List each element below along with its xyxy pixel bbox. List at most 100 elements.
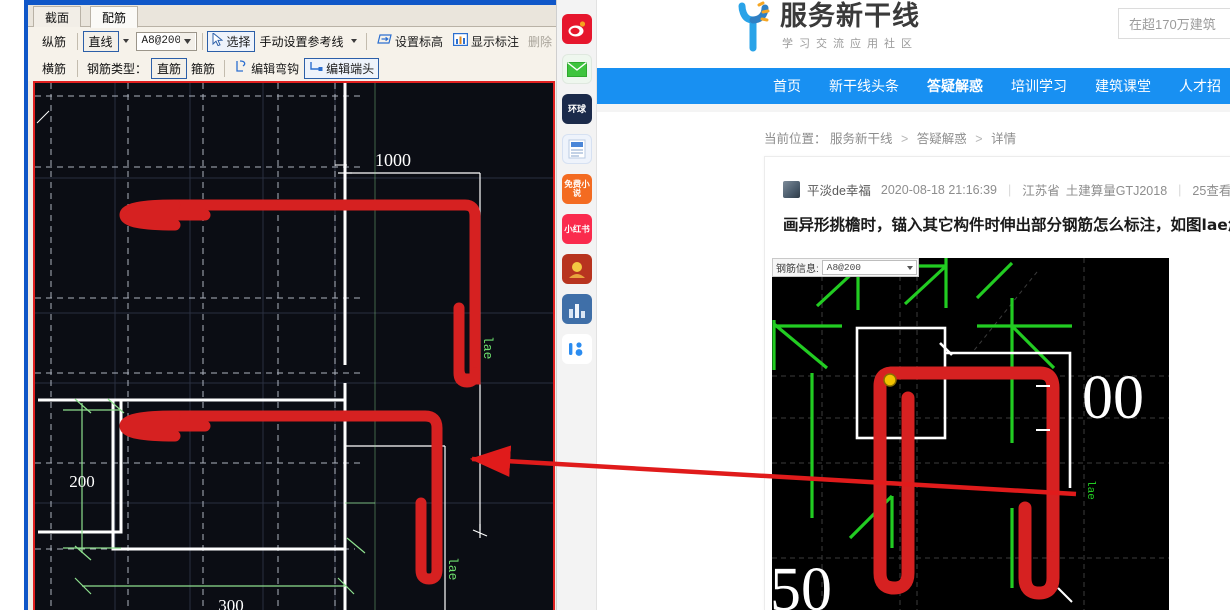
longitudinal-group-label: 纵筋 [42,34,67,49]
xiaohongshu-icon[interactable]: 小红书 [562,214,592,244]
embedded-screenshot-image[interactable]: 钢筋信息: A8@200 00 50 lae [772,258,1169,610]
rebar-spec-chevron-down-icon[interactable] [179,32,195,50]
end-head-icon [309,60,323,76]
annotation-chart-icon [452,33,468,49]
dim-1000-leader [338,172,488,538]
embedded-dim-bottom: 50 [772,556,832,610]
embedded-cad-svg: 00 50 lae [772,258,1169,610]
post-timestamp: 2020-08-18 21:16:39 [880,182,997,197]
nav-item-headline[interactable]: 新干线头条 [815,68,913,104]
window-left-gutter [0,0,24,610]
lae-upper-label: lae [480,336,495,359]
nav-item-recruitment[interactable]: 人才招 [1165,68,1230,104]
dim-200-label: 200 [69,472,95,491]
word-doc-icon[interactable] [562,134,592,164]
delete-button: 删除 [527,34,552,49]
elevation-icon [377,33,392,49]
weibo-icon[interactable] [562,14,592,44]
set-elevation-button[interactable]: 设置标高 [372,31,448,52]
cad-application-window: 截面 配筋 纵筋 直线 A8@200 选择 手动设置参考线 设置标高 显示标注 … [0,0,557,610]
breadcrumb-item-detail: 详情 [991,132,1017,146]
tab-section[interactable]: 截面 [33,6,82,27]
line-mode-chevron-down-icon[interactable] [122,39,129,43]
site-logo[interactable]: 服务新干线 学习交流应用社区 [732,0,920,52]
transverse-group-label: 横筋 [42,61,67,76]
rebar-spec-value: A8@200 [141,35,182,47]
embedded-combo-chevron-down-icon [906,266,913,270]
article-meta: 平淡de幸福 2020-08-18 21:16:39 | 江苏省 土建算量GTJ… [783,180,1230,199]
breadcrumb-separator: > [975,132,983,146]
breadcrumb-item-qa[interactable]: 答疑解惑 [917,132,967,146]
stirrup-button[interactable]: 箍筋 [187,59,219,78]
nav-item-home[interactable]: 首页 [759,68,815,104]
huanqiu-icon[interactable]: 环球 [562,94,592,124]
embedded-lae-label: lae [1084,480,1096,500]
tab-section-label: 截面 [45,11,70,25]
lower-rebar-shape [119,410,443,585]
breadcrumb-separator: > [901,132,909,146]
embedded-combo-value-box: A8@200 [821,260,917,275]
main-navigation: 首页 新干线头条 答疑解惑 培训学习 建筑课堂 人才招 [597,68,1230,104]
straight-rebar-button[interactable]: 直筋 [151,57,188,79]
xiaohongshu-label: 小红书 [564,223,590,234]
article-card: 平淡de幸福 2020-08-18 21:16:39 | 江苏省 土建算量GTJ… [764,156,1230,610]
reference-line-chevron-down-icon[interactable] [351,39,358,43]
avatar[interactable] [783,181,800,198]
embedded-rebar-combobox: 钢筋信息: A8@200 [772,258,919,277]
baidu-icon[interactable] [562,334,592,364]
cad-drawing-svg: 1000 lae lae 200 300 [35,83,553,610]
cursor-arrow-icon [212,31,224,49]
cad-cursor-marks [36,110,347,166]
meta-divider: | [1007,182,1012,197]
doc-glyph [568,139,586,159]
baidu-glyph [569,342,583,356]
window-blue-frame-left [24,0,28,610]
embedded-combo-label: 钢筋信息: [776,264,819,275]
search-input[interactable]: 在超170万建筑 [1118,8,1230,39]
mail-glyph [567,61,587,77]
free-novel-icon[interactable]: 免费小说 [562,174,592,204]
game-glyph [566,258,588,280]
rebar-spec-combobox[interactable]: A8@200 [135,31,197,51]
author-name[interactable]: 平淡de幸福 [807,180,871,199]
nav-underline-strip [597,104,1230,112]
edit-end-label: 编辑端头 [326,61,375,76]
embedded-grip-point [883,373,897,387]
huanqiu-label: 环球 [567,103,586,114]
logo-mark-icon [738,1,770,52]
nav-item-classroom[interactable]: 建筑课堂 [1081,68,1165,104]
favorites-sidebar: 环球 免费小说 小红书 [557,0,597,610]
edit-hook-label: 编辑弯钩 [251,61,300,76]
embedded-dim-top: 00 [1082,364,1144,432]
breadcrumb-item-site[interactable]: 服务新干线 [830,132,893,146]
logo-title: 服务新干线 [780,1,920,32]
breadcrumb: 当前位置： 服务新干线 > 答疑解惑 > 详情 [764,128,1016,147]
breadcrumb-prefix: 当前位置： [764,132,827,146]
game-icon[interactable] [562,254,592,284]
browser-pane: 环球 免费小说 小红书 服务新干线 学习交流应用社区 在超170万建筑 首页 新… [557,0,1230,610]
view-count: 25查看 [1192,184,1230,198]
free-novel-label: 免费小说 [564,179,590,198]
nav-item-training[interactable]: 培训学习 [997,68,1081,104]
edit-hook-button[interactable]: 编辑弯钩 [230,58,304,79]
edit-end-button[interactable]: 编辑端头 [304,57,380,79]
region-label: 江苏省 [1022,184,1060,198]
mail-icon[interactable] [562,54,592,84]
show-annotation-button[interactable]: 显示标注 [448,31,524,52]
cad-drawing-canvas[interactable]: 1000 lae lae 200 300 [33,81,555,610]
city-icon[interactable] [562,294,592,324]
page-title: 画异形挑檐时，锚入其它构件时伸出部分钢筋怎么标注，如图lae怎么 [783,216,1230,234]
tab-reinforcement[interactable]: 配筋 [90,6,139,28]
cad-member-outline [38,83,347,610]
hook-icon [235,60,248,76]
nav-item-qa[interactable]: 答疑解惑 [913,68,997,104]
select-button[interactable]: 选择 [207,30,256,52]
select-button-label: 选择 [226,34,251,49]
reference-line-dropdown-label[interactable]: 手动设置参考线 [255,32,347,51]
line-mode-button[interactable]: 直线 [82,30,119,52]
meta-divider: | [1178,182,1182,197]
web-page: 服务新干线 学习交流应用社区 在超170万建筑 首页 新干线头条 答疑解惑 培训… [597,0,1230,610]
screenshot-root: 截面 配筋 纵筋 直线 A8@200 选择 手动设置参考线 设置标高 显示标注 … [0,0,1230,610]
toolbar-separator [224,59,226,77]
toolbar-row-longitudinal: 纵筋 直线 A8@200 选择 手动设置参考线 设置标高 显示标注 删除 [28,27,556,55]
